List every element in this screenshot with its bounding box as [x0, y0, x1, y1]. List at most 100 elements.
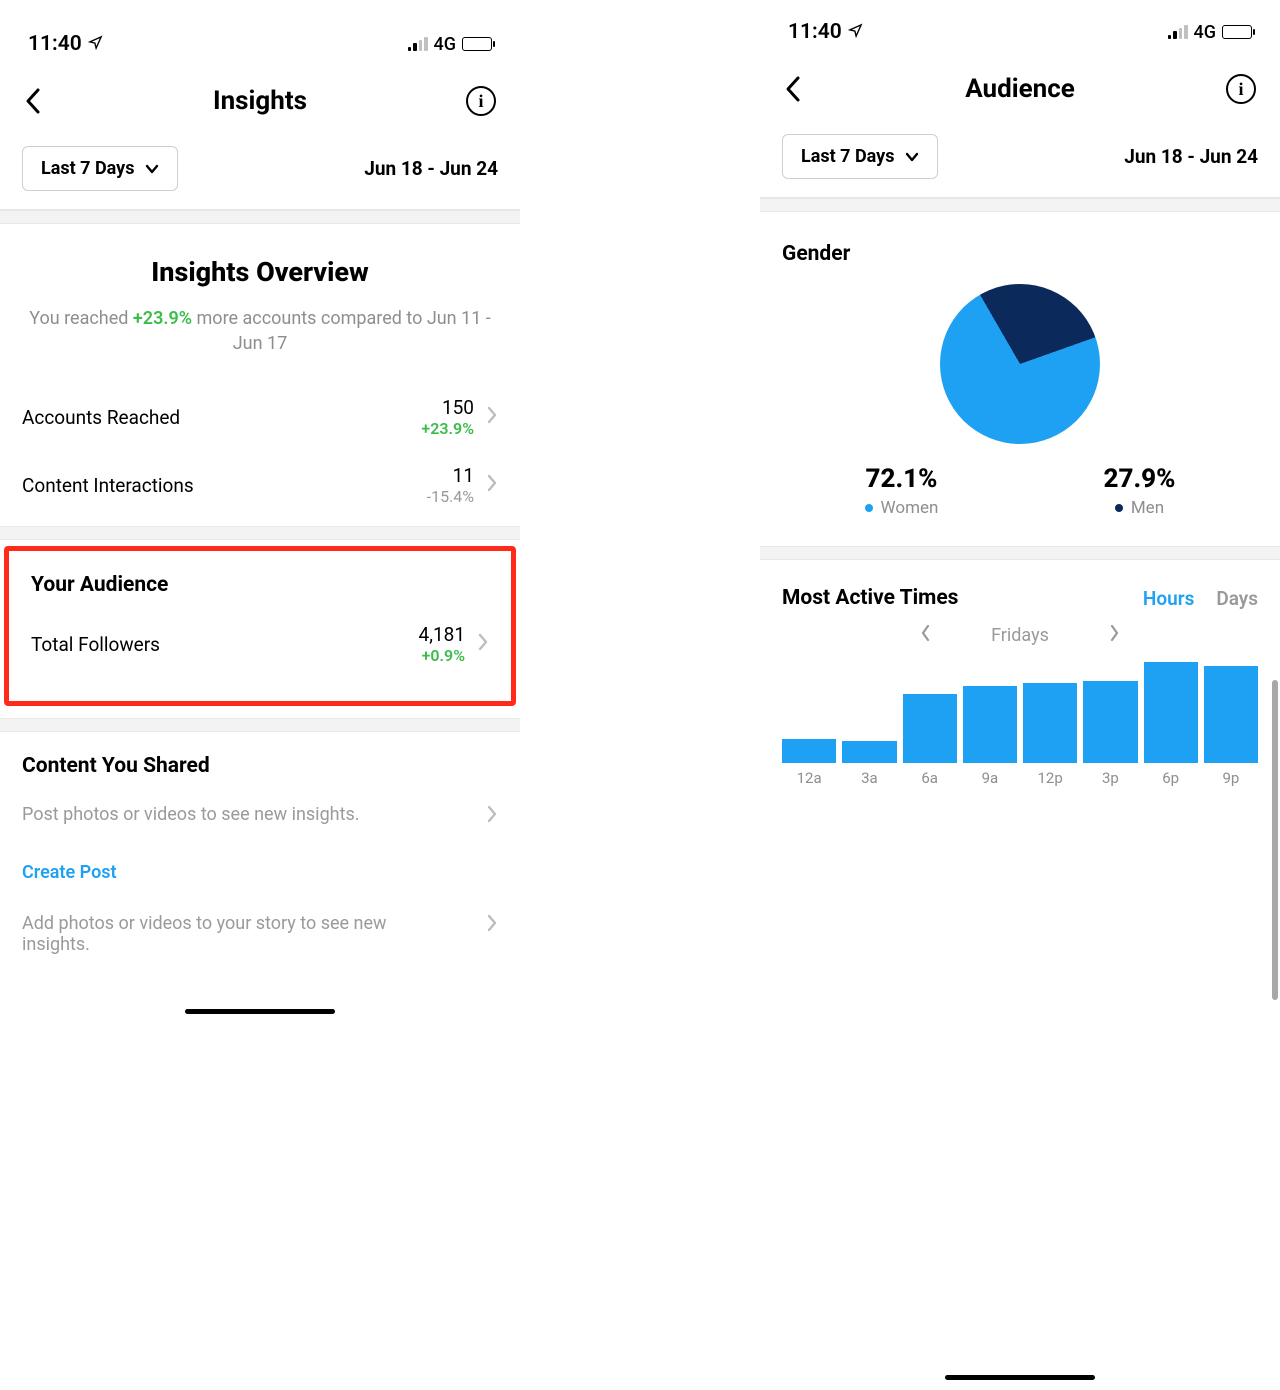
section-divider: [760, 198, 1280, 212]
bar: [1083, 681, 1137, 764]
post-hint: Post photos or videos to see new insight…: [22, 804, 360, 825]
page-title: Insights: [0, 86, 520, 116]
bar-label: 6a: [921, 769, 938, 787]
date-filter-label: Last 7 Days: [801, 146, 895, 167]
bar-column: 6a: [903, 694, 957, 787]
status-time: 11:40: [28, 32, 82, 56]
filter-row: Last 7 Days Jun 18 - Jun 24: [0, 146, 520, 210]
post-insights-row[interactable]: Post photos or videos to see new insight…: [0, 784, 520, 848]
section-divider: [0, 718, 520, 732]
active-heading: Most Active Times: [782, 586, 958, 610]
bar-label: 9p: [1222, 769, 1239, 787]
date-filter[interactable]: Last 7 Days: [782, 134, 938, 179]
bar-column: 3a: [842, 741, 896, 787]
battery-icon: [1222, 25, 1252, 39]
content-you-shared: Content You Shared Post photos or videos…: [0, 732, 520, 991]
chevron-right-icon: [486, 913, 498, 937]
bar-column: 6p: [1144, 662, 1198, 787]
bar: [903, 694, 957, 763]
bar: [842, 741, 896, 763]
gender-section: Gender 72.1% Women 27.9% Men: [760, 212, 1280, 546]
date-filter[interactable]: Last 7 Days: [22, 146, 178, 191]
location-icon: [88, 32, 103, 56]
status-bar: 11:40 4G: [760, 0, 1280, 50]
audience-heading: Your Audience: [9, 551, 511, 603]
chevron-down-icon: [145, 158, 159, 179]
bar: [963, 686, 1017, 763]
metric-delta: +0.9%: [419, 646, 465, 665]
bar-label: 12p: [1037, 769, 1062, 787]
accounts-reached-row[interactable]: Accounts Reached 150 +23.9%: [0, 376, 520, 458]
bar-column: 3p: [1083, 681, 1137, 788]
nav-header: Insights i: [0, 62, 520, 146]
bar: [1144, 662, 1198, 763]
network-label: 4G: [434, 34, 457, 55]
story-insights-row[interactable]: Add photos or videos to your story to se…: [0, 885, 520, 975]
metric-label: Total Followers: [31, 633, 160, 656]
date-filter-label: Last 7 Days: [41, 158, 135, 179]
date-range: Jun 18 - Jun 24: [364, 157, 498, 180]
gender-pie-chart: [940, 284, 1100, 444]
your-audience-highlight: Your Audience Total Followers 4,181 +0.9…: [4, 546, 516, 706]
section-divider: [760, 546, 1280, 560]
gender-men: 27.9% Men: [1103, 464, 1175, 518]
insights-screen: 11:40 4G Insights i Last 7 Days Jun 18 -…: [0, 0, 520, 1390]
next-day-button[interactable]: [1109, 624, 1120, 647]
content-interactions-row[interactable]: Content Interactions 11 -15.4%: [0, 458, 520, 526]
section-divider: [0, 210, 520, 224]
metric-value: 150: [421, 396, 474, 419]
metric-value: 4,181: [419, 623, 465, 646]
overview-summary: You reached +23.9% more accounts compare…: [22, 306, 498, 356]
home-indicator: [945, 1375, 1095, 1380]
overview-heading: Insights Overview: [22, 256, 498, 288]
active-times-chart: 12a 3a 6a 9a 12p 3p 6p 9p: [782, 667, 1258, 787]
chevron-right-icon: [486, 405, 498, 429]
page-title: Audience: [760, 74, 1280, 104]
bar-column: 9p: [1204, 666, 1258, 787]
prev-day-button[interactable]: [920, 624, 931, 647]
metric-delta: +23.9%: [421, 419, 474, 438]
dot-icon: [1115, 504, 1123, 512]
chevron-right-icon: [486, 473, 498, 497]
bar-label: 6p: [1162, 769, 1179, 787]
men-pct: 27.9%: [1103, 464, 1175, 494]
chevron-right-icon: [486, 804, 498, 828]
battery-icon: [462, 37, 492, 51]
gender-heading: Gender: [782, 242, 1258, 266]
insights-overview: Insights Overview You reached +23.9% mor…: [0, 224, 520, 376]
nav-header: Audience i: [760, 50, 1280, 134]
metric-label: Accounts Reached: [22, 406, 180, 429]
toggle-days[interactable]: Days: [1216, 587, 1258, 610]
create-post-link[interactable]: Create Post: [0, 848, 139, 885]
signal-icon: [408, 37, 428, 51]
bar: [1204, 666, 1258, 763]
toggle-hours[interactable]: Hours: [1143, 587, 1194, 610]
status-bar: 11:40 4G: [0, 12, 520, 62]
bar: [782, 739, 836, 763]
chevron-down-icon: [905, 146, 919, 167]
total-followers-row[interactable]: Total Followers 4,181 +0.9%: [9, 603, 511, 685]
bar-column: 9a: [963, 686, 1017, 787]
bar: [1023, 683, 1077, 763]
bar-label: 3p: [1102, 769, 1119, 787]
network-label: 4G: [1194, 22, 1217, 43]
metric-label: Content Interactions: [22, 474, 194, 497]
bar-label: 9a: [982, 769, 999, 787]
active-times-section: Most Active Times Hours Days Fridays 12a…: [760, 560, 1280, 797]
audience-screen: 11:40 4G Audience i Last 7 Days Jun 18 -…: [760, 0, 1280, 1390]
bar-label: 3a: [861, 769, 878, 787]
scrollbar[interactable]: [1272, 680, 1278, 1000]
day-label: Fridays: [991, 625, 1049, 646]
day-navigator: Fridays: [782, 624, 1258, 647]
status-time: 11:40: [788, 20, 842, 44]
bar-column: 12p: [1023, 683, 1077, 787]
women-pct: 72.1%: [865, 464, 939, 494]
chevron-right-icon: [477, 632, 489, 656]
content-shared-heading: Content You Shared: [0, 732, 520, 784]
signal-icon: [1168, 25, 1188, 39]
home-indicator: [185, 1009, 335, 1014]
section-divider: [0, 526, 520, 540]
hours-days-toggle: Hours Days: [1143, 587, 1258, 610]
location-icon: [848, 20, 863, 44]
bar-label: 12a: [797, 769, 822, 787]
